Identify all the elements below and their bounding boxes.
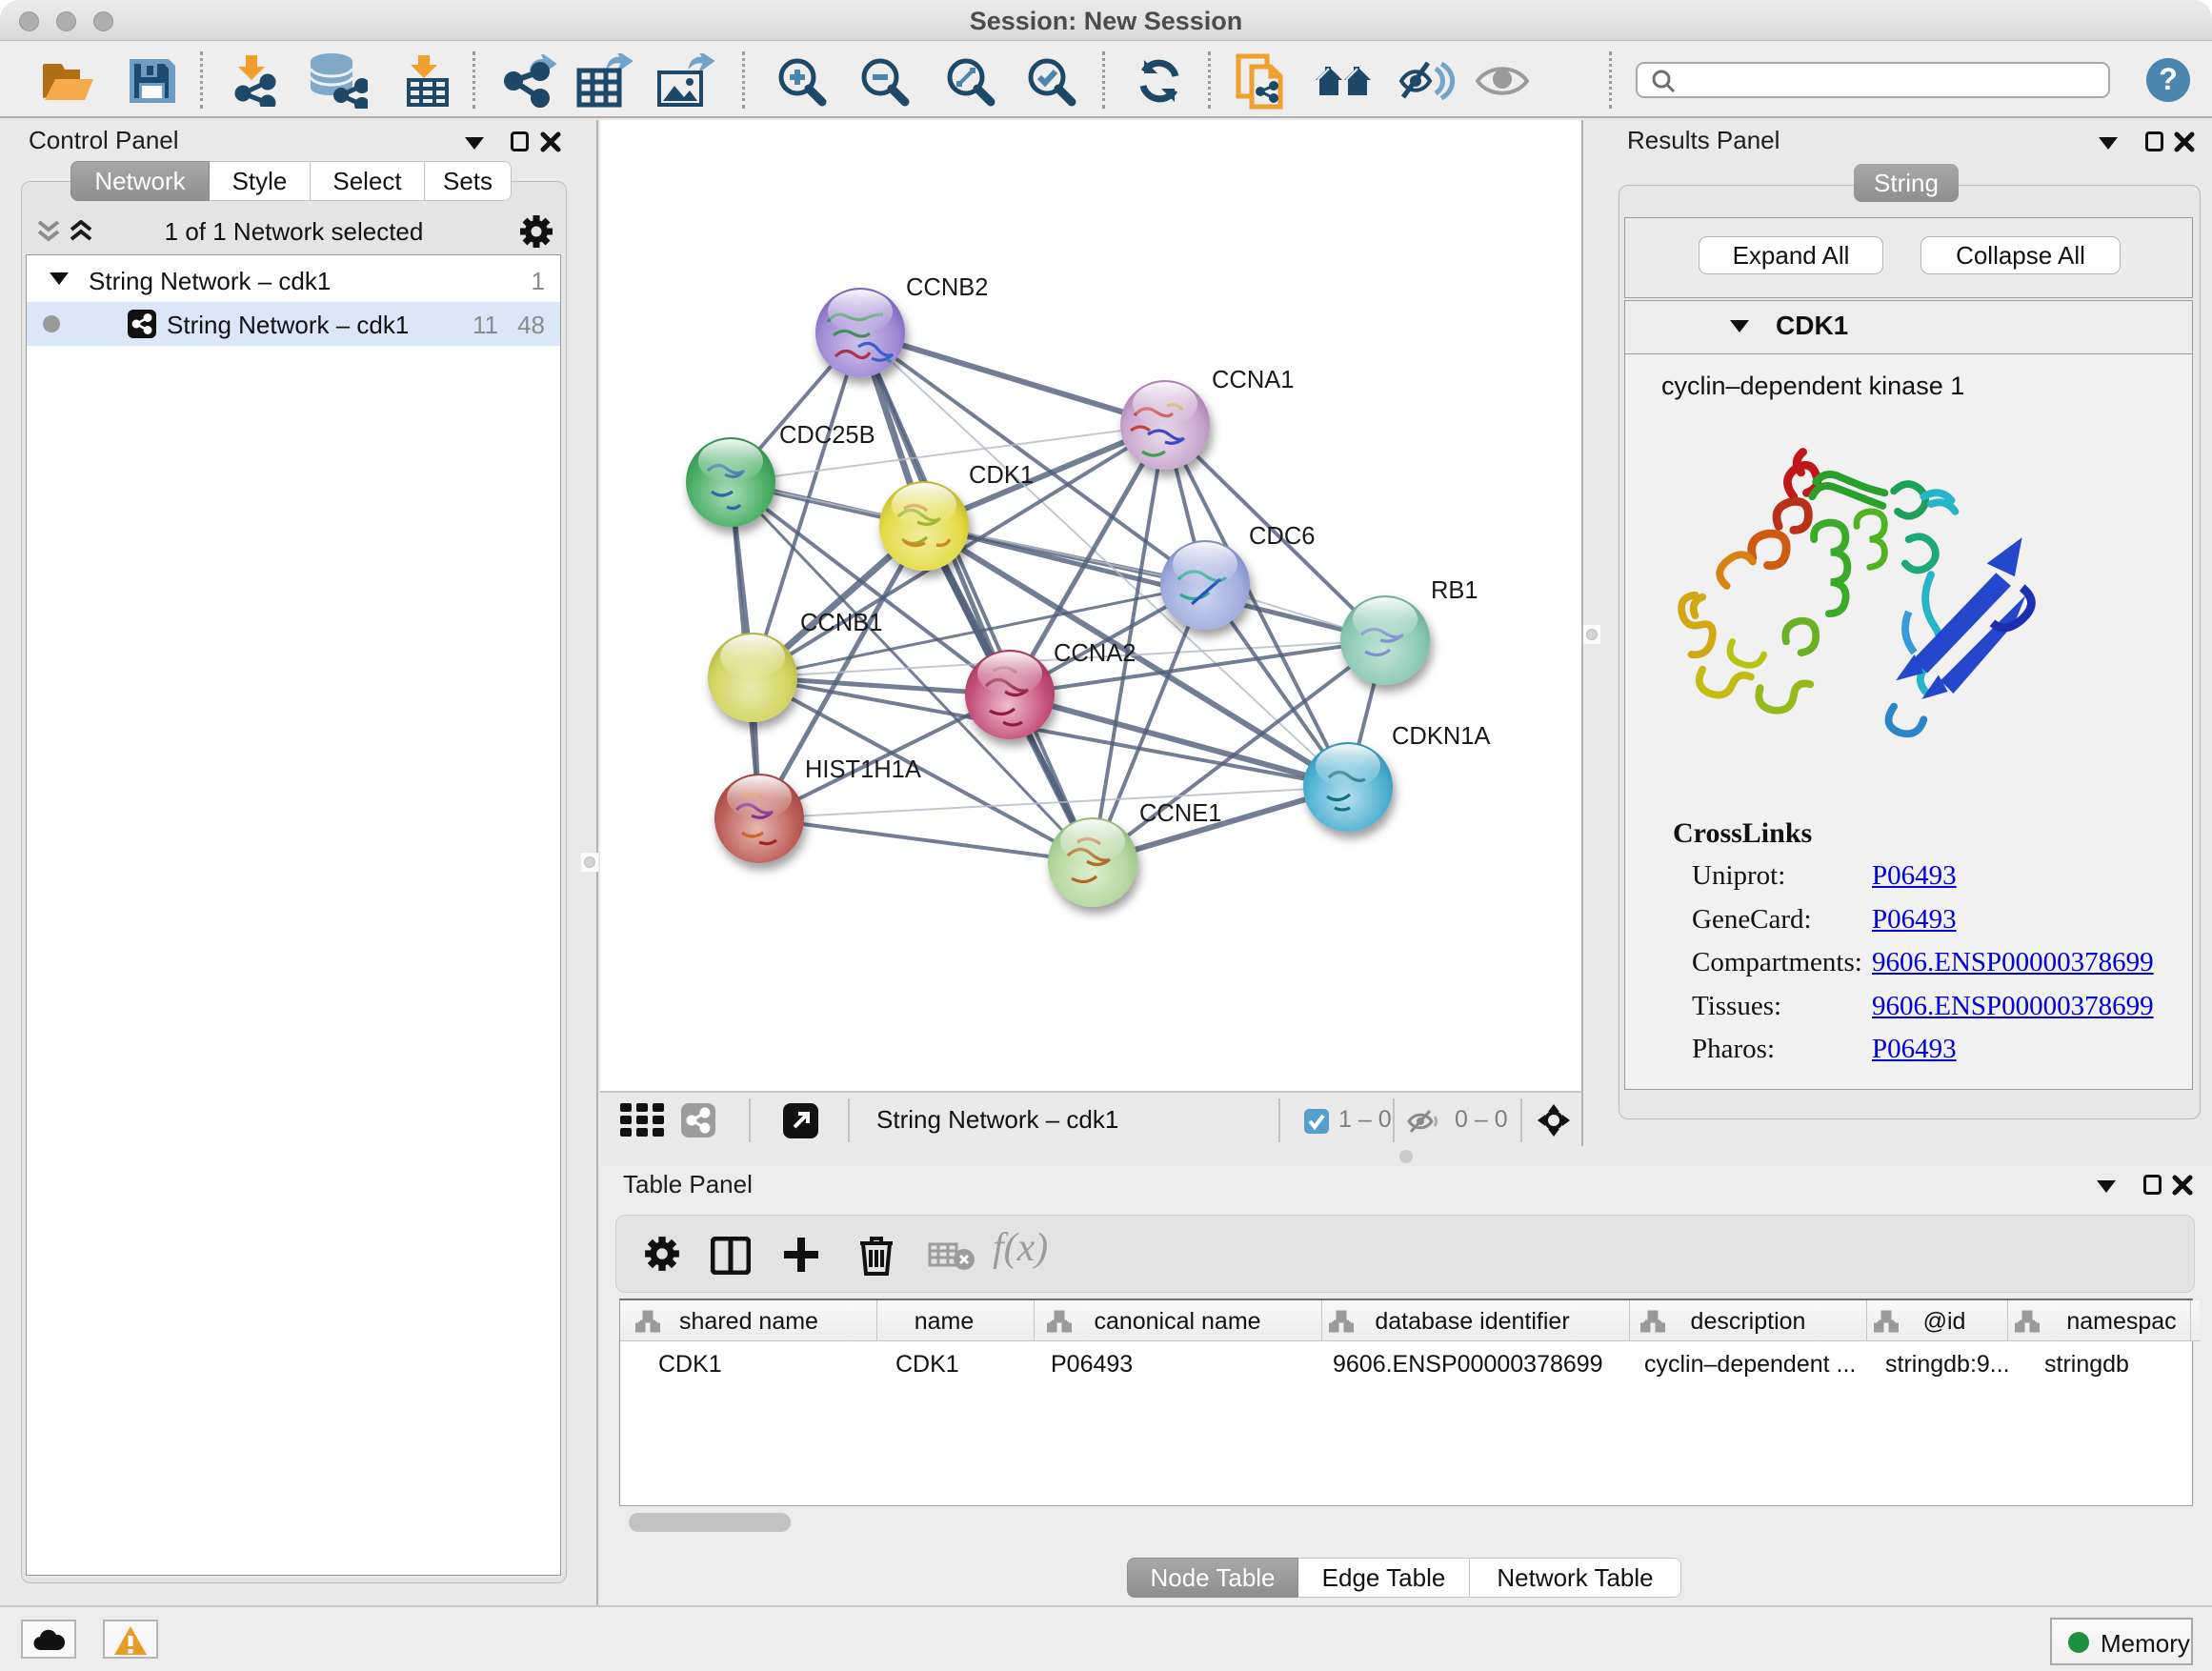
svg-text:CDK1: CDK1 [969, 462, 1034, 489]
svg-text:CDKN1A: CDKN1A [1392, 723, 1490, 750]
svg-text:?: ? [2159, 62, 2178, 96]
svg-text:RB1: RB1 [1431, 577, 1478, 604]
svg-text:CCNA1: CCNA1 [1212, 367, 1294, 393]
svg-text:CCNB2: CCNB2 [906, 274, 988, 301]
svg-text:CDC25B: CDC25B [779, 422, 875, 449]
svg-text:CDC6: CDC6 [1249, 523, 1315, 550]
svg-text:CCNB1: CCNB1 [800, 610, 882, 636]
svg-text:HIST1H1A: HIST1H1A [805, 756, 921, 783]
svg-text:CCNA2: CCNA2 [1054, 640, 1136, 667]
svg-text:CCNE1: CCNE1 [1139, 800, 1221, 827]
